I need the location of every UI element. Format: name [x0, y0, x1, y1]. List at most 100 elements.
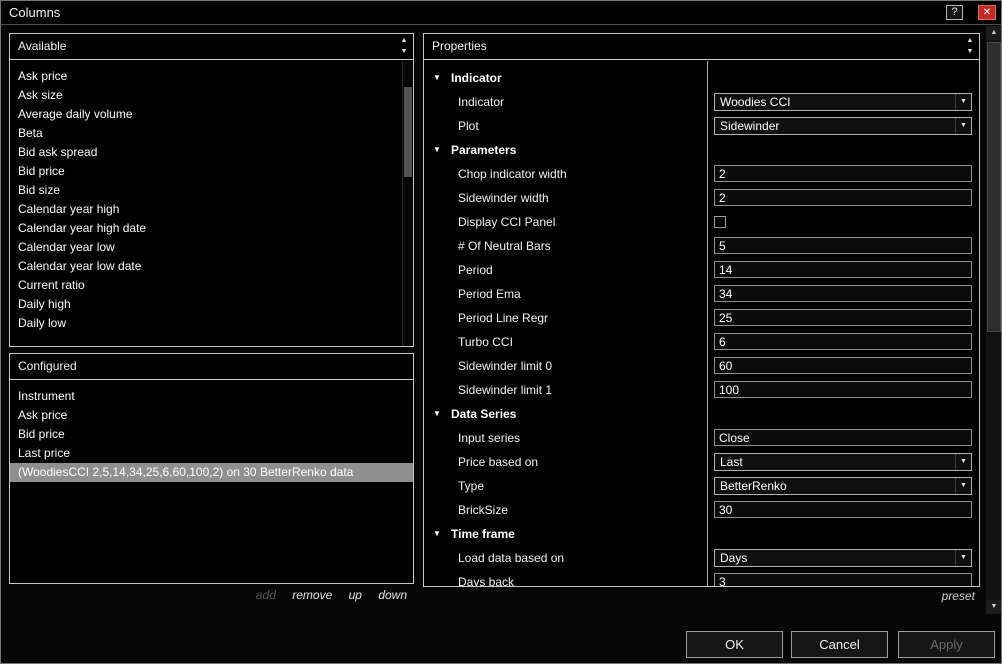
- available-list-item[interactable]: Current ratio: [10, 276, 413, 295]
- property-row: Period: [424, 258, 979, 282]
- property-label: # Of Neutral Bars: [458, 239, 551, 253]
- dialog-scrollbar[interactable]: ▲ ▼: [986, 26, 1001, 614]
- property-value-input[interactable]: [714, 189, 972, 206]
- section-label: Parameters: [451, 143, 517, 157]
- dropdown-value: BetterRenko: [720, 479, 787, 493]
- available-list-item[interactable]: Daily high: [10, 295, 413, 314]
- property-row: Price based on Last ▼: [424, 450, 979, 474]
- property-value-input[interactable]: [714, 333, 972, 350]
- property-row: ▼ Time frame: [424, 522, 979, 546]
- scrollbar-thumb[interactable]: [987, 42, 1001, 332]
- property-value-input[interactable]: [714, 285, 972, 302]
- available-list: Ask price Ask size Average daily volume Bet…: [10, 61, 413, 333]
- property-value-dropdown[interactable]: Days ▼: [714, 549, 972, 567]
- available-title: Available: [18, 39, 67, 53]
- configured-list-item[interactable]: Bid price: [10, 425, 413, 444]
- property-value-dropdown[interactable]: Woodies CCI ▼: [714, 93, 972, 111]
- property-value-input[interactable]: [714, 501, 972, 518]
- ok-button[interactable]: OK: [686, 631, 783, 658]
- property-value-input[interactable]: [714, 261, 972, 278]
- property-value-dropdown[interactable]: Sidewinder ▼: [714, 117, 972, 135]
- dropdown-value: Last: [720, 455, 743, 469]
- apply-button[interactable]: Apply: [898, 631, 995, 658]
- section-label: Time frame: [451, 527, 515, 541]
- available-list-item[interactable]: Calendar year low: [10, 238, 413, 257]
- available-list-item[interactable]: Daily low: [10, 314, 413, 333]
- property-value-dropdown[interactable]: BetterRenko ▼: [714, 477, 972, 495]
- add-button[interactable]: add: [256, 588, 276, 602]
- property-label: Price based on: [458, 455, 539, 469]
- property-row: # Of Neutral Bars: [424, 234, 979, 258]
- property-row: Chop indicator width: [424, 162, 979, 186]
- available-list-item[interactable]: Average daily volume: [10, 105, 413, 124]
- property-row: Period Line Regr: [424, 306, 979, 330]
- available-list-item[interactable]: Ask size: [10, 86, 413, 105]
- property-label: Load data based on: [458, 551, 565, 565]
- properties-rows: ▼ Indicator Indicator Woodies CCI ▼ Plot Sidew…: [424, 61, 979, 586]
- configured-list-item[interactable]: Ask price: [10, 406, 413, 425]
- property-row: Display CCI Panel: [424, 210, 979, 234]
- close-button[interactable]: ✕: [978, 5, 996, 20]
- scroll-down-icon[interactable]: ▼: [397, 46, 411, 57]
- configured-header: Configured: [10, 354, 413, 380]
- scroll-up-icon[interactable]: ▲: [986, 26, 1001, 40]
- property-value-dropdown[interactable]: Last ▼: [714, 453, 972, 471]
- property-row: Indicator Woodies CCI ▼: [424, 90, 979, 114]
- properties-body: ▼ Indicator Indicator Woodies CCI ▼ Plot Sidew…: [424, 61, 979, 586]
- scroll-down-icon[interactable]: ▼: [963, 46, 977, 57]
- property-label: Sidewinder limit 0: [458, 359, 553, 373]
- property-value-input[interactable]: [714, 165, 972, 182]
- window-title: Columns: [9, 5, 61, 20]
- available-list-item[interactable]: Calendar year high date: [10, 219, 413, 238]
- properties-scroll-arrows: ▲ ▼: [963, 35, 977, 58]
- property-label: Turbo CCI: [458, 335, 513, 349]
- property-value-input[interactable]: [714, 237, 972, 254]
- scrollbar-thumb[interactable]: [404, 87, 412, 177]
- property-label: Type: [458, 479, 485, 493]
- available-list-item[interactable]: Beta: [10, 124, 413, 143]
- property-label: Period Line Regr: [458, 311, 549, 325]
- property-value-input[interactable]: [714, 429, 972, 446]
- title-bar[interactable]: Columns ? ✕: [1, 1, 1001, 25]
- property-row: Load data based on Days ▼: [424, 546, 979, 570]
- property-row: ▼ Parameters: [424, 138, 979, 162]
- configured-list-item[interactable]: Instrument: [10, 387, 413, 406]
- expander-down-icon[interactable]: ▼: [433, 402, 441, 426]
- chevron-down-icon: ▼: [955, 550, 971, 566]
- available-list-item[interactable]: Ask price: [10, 67, 413, 86]
- scroll-down-icon[interactable]: ▼: [986, 600, 1001, 614]
- expander-down-icon[interactable]: ▼: [433, 522, 441, 546]
- available-list-item[interactable]: Bid size: [10, 181, 413, 200]
- expander-down-icon[interactable]: ▼: [433, 66, 441, 90]
- preset-link[interactable]: preset: [423, 589, 980, 603]
- configured-list-item[interactable]: Last price: [10, 444, 413, 463]
- property-checkbox[interactable]: [714, 216, 726, 228]
- expander-down-icon[interactable]: ▼: [433, 138, 441, 162]
- property-value-input[interactable]: [714, 309, 972, 326]
- chevron-down-icon: ▼: [955, 94, 971, 110]
- remove-button[interactable]: remove: [292, 588, 332, 602]
- available-list-item[interactable]: Calendar year low date: [10, 257, 413, 276]
- available-list-item[interactable]: Calendar year high: [10, 200, 413, 219]
- property-label: Period Ema: [458, 287, 521, 301]
- list-actions: add remove up down: [9, 588, 414, 602]
- property-label: Sidewinder width: [458, 191, 549, 205]
- properties-header: Properties ▲ ▼: [424, 34, 979, 60]
- scroll-up-icon[interactable]: ▲: [397, 35, 411, 46]
- help-button[interactable]: ?: [946, 5, 963, 20]
- chevron-down-icon: ▼: [955, 118, 971, 134]
- down-button[interactable]: down: [378, 588, 407, 602]
- property-label: Days back: [458, 575, 515, 586]
- cancel-button[interactable]: Cancel: [791, 631, 888, 658]
- configured-list-item[interactable]: (WoodiesCCI 2,5,14,34,25,6,60,100,2) on …: [10, 463, 413, 482]
- available-scrollbar[interactable]: [402, 61, 413, 346]
- property-value-input[interactable]: [714, 381, 972, 398]
- chevron-down-icon: ▼: [955, 454, 971, 470]
- property-row: ▼ Data Series: [424, 402, 979, 426]
- available-list-item[interactable]: Bid price: [10, 162, 413, 181]
- scroll-up-icon[interactable]: ▲: [963, 35, 977, 46]
- property-value-input[interactable]: [714, 357, 972, 374]
- property-value-input[interactable]: [714, 573, 972, 586]
- available-list-item[interactable]: Bid ask spread: [10, 143, 413, 162]
- up-button[interactable]: up: [349, 588, 362, 602]
